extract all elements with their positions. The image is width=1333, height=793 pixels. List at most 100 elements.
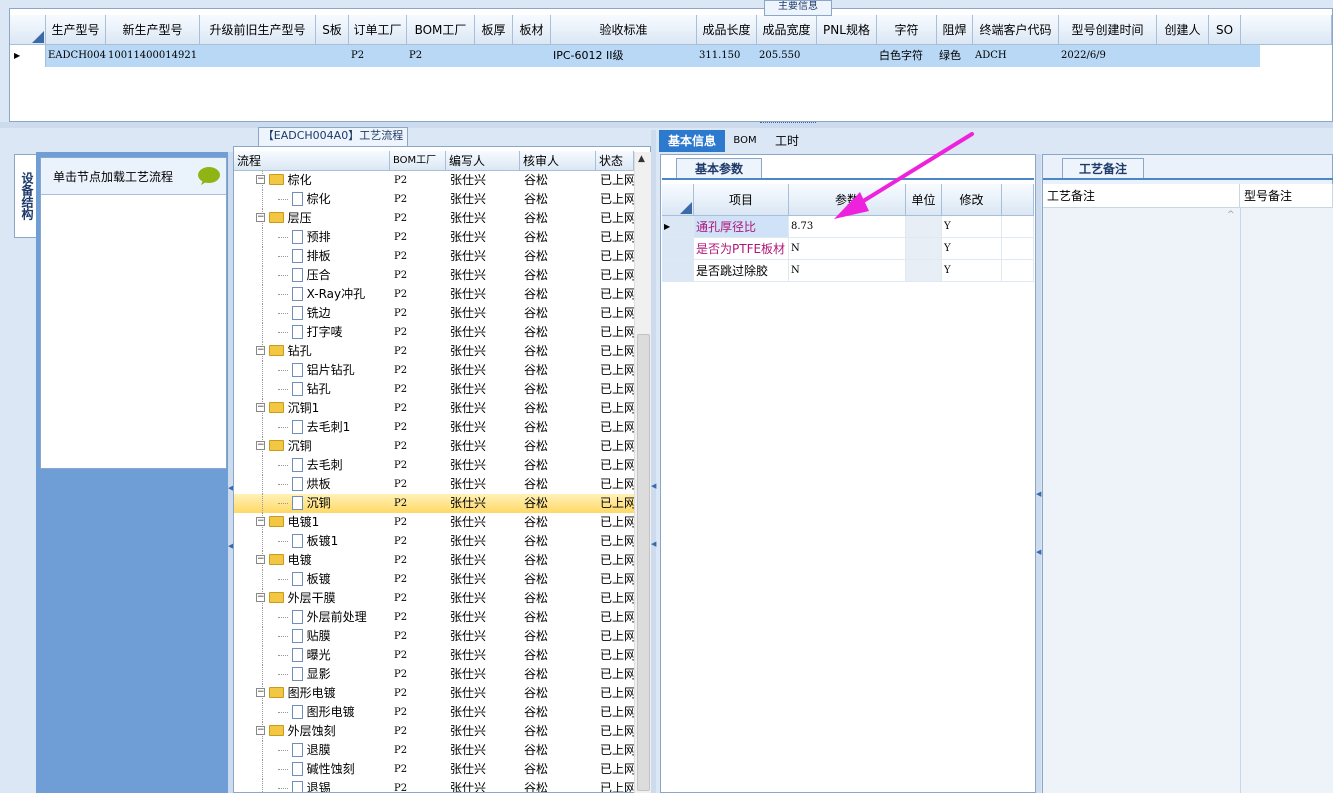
process-row[interactable]: − 电镀1 P2 张仕兴 谷松 已上网 xyxy=(234,513,634,532)
main-cell-8[interactable]: IPC-6012 II级 xyxy=(553,45,697,67)
tab-bom[interactable]: BOM xyxy=(727,130,763,152)
basic-param-value[interactable]: N xyxy=(789,238,906,260)
main-cell-2[interactable] xyxy=(202,45,316,67)
process-node[interactable]: 碱性蚀刻 xyxy=(278,760,390,779)
middle-vsplitter[interactable]: ◀ ◀ xyxy=(651,130,656,793)
main-cell-12[interactable]: 白色字符 xyxy=(879,45,937,67)
main-col-9[interactable]: 成品长度 xyxy=(697,15,757,45)
process-node[interactable]: 钻孔 xyxy=(278,380,390,399)
collapse-node-icon[interactable]: − xyxy=(256,213,265,222)
main-col-13[interactable]: 阻焊 xyxy=(937,15,973,45)
basic-param-row[interactable]: 是否为PTFE板材 N Y xyxy=(662,238,1034,260)
process-row[interactable]: X-Ray冲孔 P2 张仕兴 谷松 已上网 xyxy=(234,285,634,304)
process-node[interactable]: 去毛刺1 xyxy=(278,418,390,437)
main-info-grid[interactable]: 生产型号 新生产型号 升级前旧生产型号 S板 订单工厂 BOM工厂 板厚 板材 验收标准 成品长度… xyxy=(9,8,1333,122)
col-process-remark[interactable]: 工艺备注 xyxy=(1043,184,1240,208)
process-row[interactable]: 打字唛 P2 张仕兴 谷松 已上网 xyxy=(234,323,634,342)
process-row[interactable]: 图形电镀 P2 张仕兴 谷松 已上网 xyxy=(234,703,634,722)
main-col-8[interactable]: 验收标准 xyxy=(551,15,697,45)
process-node[interactable]: 退膜 xyxy=(278,741,390,760)
collapse-node-icon[interactable]: − xyxy=(256,555,265,564)
right-vsplitter[interactable]: ◀ ◀ xyxy=(1036,154,1041,793)
collapse-node-icon[interactable]: − xyxy=(256,517,265,526)
tab-basic-info[interactable]: 基本信息 xyxy=(659,130,725,152)
process-row[interactable]: 碱性蚀刻 P2 张仕兴 谷松 已上网 xyxy=(234,760,634,779)
process-col-3[interactable]: 核审人 xyxy=(520,151,596,171)
process-node[interactable]: − 层压 xyxy=(256,209,390,228)
main-col-11[interactable]: PNL规格 xyxy=(817,15,877,45)
process-row[interactable]: 铣边 P2 张仕兴 谷松 已上网 xyxy=(234,304,634,323)
main-cell-17[interactable] xyxy=(1211,45,1241,67)
process-row[interactable]: 显影 P2 张仕兴 谷松 已上网 xyxy=(234,665,634,684)
col-item[interactable]: 项目 xyxy=(694,184,789,216)
process-row[interactable]: 退锡 P2 张仕兴 谷松 已上网 xyxy=(234,779,634,792)
remark-scroll-up-icon[interactable]: ^ xyxy=(1227,210,1235,220)
process-col-0[interactable]: 流程 xyxy=(234,151,390,171)
process-row[interactable]: − 棕化 P2 张仕兴 谷松 已上网 xyxy=(234,171,634,190)
horizontal-splitter[interactable] xyxy=(0,122,1333,128)
process-tree-body[interactable]: − 棕化 P2 张仕兴 谷松 已上网 棕化 P2 张仕兴 谷松 已上网 − 层压 P2 张仕兴 谷松 已上… xyxy=(234,171,634,792)
process-row[interactable]: 退膜 P2 张仕兴 谷松 已上网 xyxy=(234,741,634,760)
process-row[interactable]: − 沉铜 P2 张仕兴 谷松 已上网 xyxy=(234,437,634,456)
collapse-node-icon[interactable]: − xyxy=(256,688,265,697)
main-col-7[interactable]: 板材 xyxy=(513,15,551,45)
process-node[interactable]: − 沉铜1 xyxy=(256,399,390,418)
main-cell-6[interactable] xyxy=(477,45,513,67)
process-row[interactable]: 排板 P2 张仕兴 谷松 已上网 xyxy=(234,247,634,266)
process-row[interactable]: − 外层蚀刻 P2 张仕兴 谷松 已上网 xyxy=(234,722,634,741)
collapse-node-icon[interactable]: − xyxy=(256,403,265,412)
basic-param-unit[interactable] xyxy=(906,238,942,260)
main-info-row[interactable]: ▶EADCH004A010011400014921 P2P2 IPC-6012 II… xyxy=(10,45,1332,67)
process-node[interactable]: 打字唛 xyxy=(278,323,390,342)
process-node[interactable]: 外层前处理 xyxy=(278,608,390,627)
process-row[interactable]: 板镀1 P2 张仕兴 谷松 已上网 xyxy=(234,532,634,551)
main-cell-3[interactable] xyxy=(318,45,349,67)
process-row[interactable]: 曝光 P2 张仕兴 谷松 已上网 xyxy=(234,646,634,665)
process-row[interactable]: 贴膜 P2 张仕兴 谷松 已上网 xyxy=(234,627,634,646)
process-scrollbar[interactable]: ▲ xyxy=(634,152,651,793)
main-cell-0[interactable]: EADCH004A0 xyxy=(48,45,106,67)
tab-basic-params[interactable]: 基本参数 xyxy=(676,158,762,179)
main-col-15[interactable]: 型号创建时间 xyxy=(1059,15,1157,45)
process-node[interactable]: 板镀1 xyxy=(278,532,390,551)
collapse-node-icon[interactable]: − xyxy=(256,441,265,450)
main-col-3[interactable]: S板 xyxy=(316,15,349,45)
basic-param-row[interactable]: 是否跳过除胶 N Y xyxy=(662,260,1034,282)
tab-equipment-structure[interactable]: 设备结构 xyxy=(14,154,37,238)
main-cell-10[interactable]: 205.550 xyxy=(759,45,817,67)
process-remark-field[interactable]: ^ xyxy=(1043,208,1241,793)
scroll-thumb[interactable] xyxy=(637,334,650,791)
main-col-4[interactable]: 订单工厂 xyxy=(349,15,407,45)
process-node[interactable]: − 电镀 xyxy=(256,551,390,570)
process-row[interactable]: − 外层干膜 P2 张仕兴 谷松 已上网 xyxy=(234,589,634,608)
main-cell-9[interactable]: 311.150 xyxy=(699,45,757,67)
process-row[interactable]: − 电镀 P2 张仕兴 谷松 已上网 xyxy=(234,551,634,570)
process-row[interactable]: − 图形电镀 P2 张仕兴 谷松 已上网 xyxy=(234,684,634,703)
main-col-6[interactable]: 板厚 xyxy=(475,15,513,45)
process-node[interactable]: − 棕化 xyxy=(256,171,390,190)
process-node[interactable]: 去毛刺 xyxy=(278,456,390,475)
basic-param-unit[interactable] xyxy=(906,260,942,282)
main-col-2[interactable]: 升级前旧生产型号 xyxy=(200,15,316,45)
main-col-14[interactable]: 终端客户代码 xyxy=(973,15,1059,45)
process-node[interactable]: − 沉铜 xyxy=(256,437,390,456)
process-row[interactable]: 外层前处理 P2 张仕兴 谷松 已上网 xyxy=(234,608,634,627)
process-node[interactable]: 铝片钻孔 xyxy=(278,361,390,380)
tab-labor-hours[interactable]: 工时 xyxy=(767,130,807,152)
main-cell-11[interactable] xyxy=(819,45,877,67)
process-node[interactable]: − 外层干膜 xyxy=(256,589,390,608)
collapse-node-icon[interactable]: − xyxy=(256,593,265,602)
main-col-16[interactable]: 创建人 xyxy=(1157,15,1209,45)
main-cell-4[interactable]: P2 xyxy=(351,45,407,67)
basic-param-edit[interactable]: Y xyxy=(942,260,1002,282)
process-node[interactable]: 沉铜 xyxy=(278,494,390,513)
col-model-remark[interactable]: 型号备注 xyxy=(1240,184,1333,208)
model-remark-field[interactable] xyxy=(1241,208,1333,793)
node-card[interactable]: 单击节点加载工艺流程 xyxy=(40,157,227,469)
process-row[interactable]: − 钻孔 P2 张仕兴 谷松 已上网 xyxy=(234,342,634,361)
process-row[interactable]: 压合 P2 张仕兴 谷松 已上网 xyxy=(234,266,634,285)
process-node[interactable]: 压合 xyxy=(278,266,390,285)
process-node[interactable]: 棕化 xyxy=(278,190,390,209)
process-col-1[interactable]: BOM工厂 xyxy=(390,151,446,171)
collapse-node-icon[interactable]: − xyxy=(256,175,265,184)
